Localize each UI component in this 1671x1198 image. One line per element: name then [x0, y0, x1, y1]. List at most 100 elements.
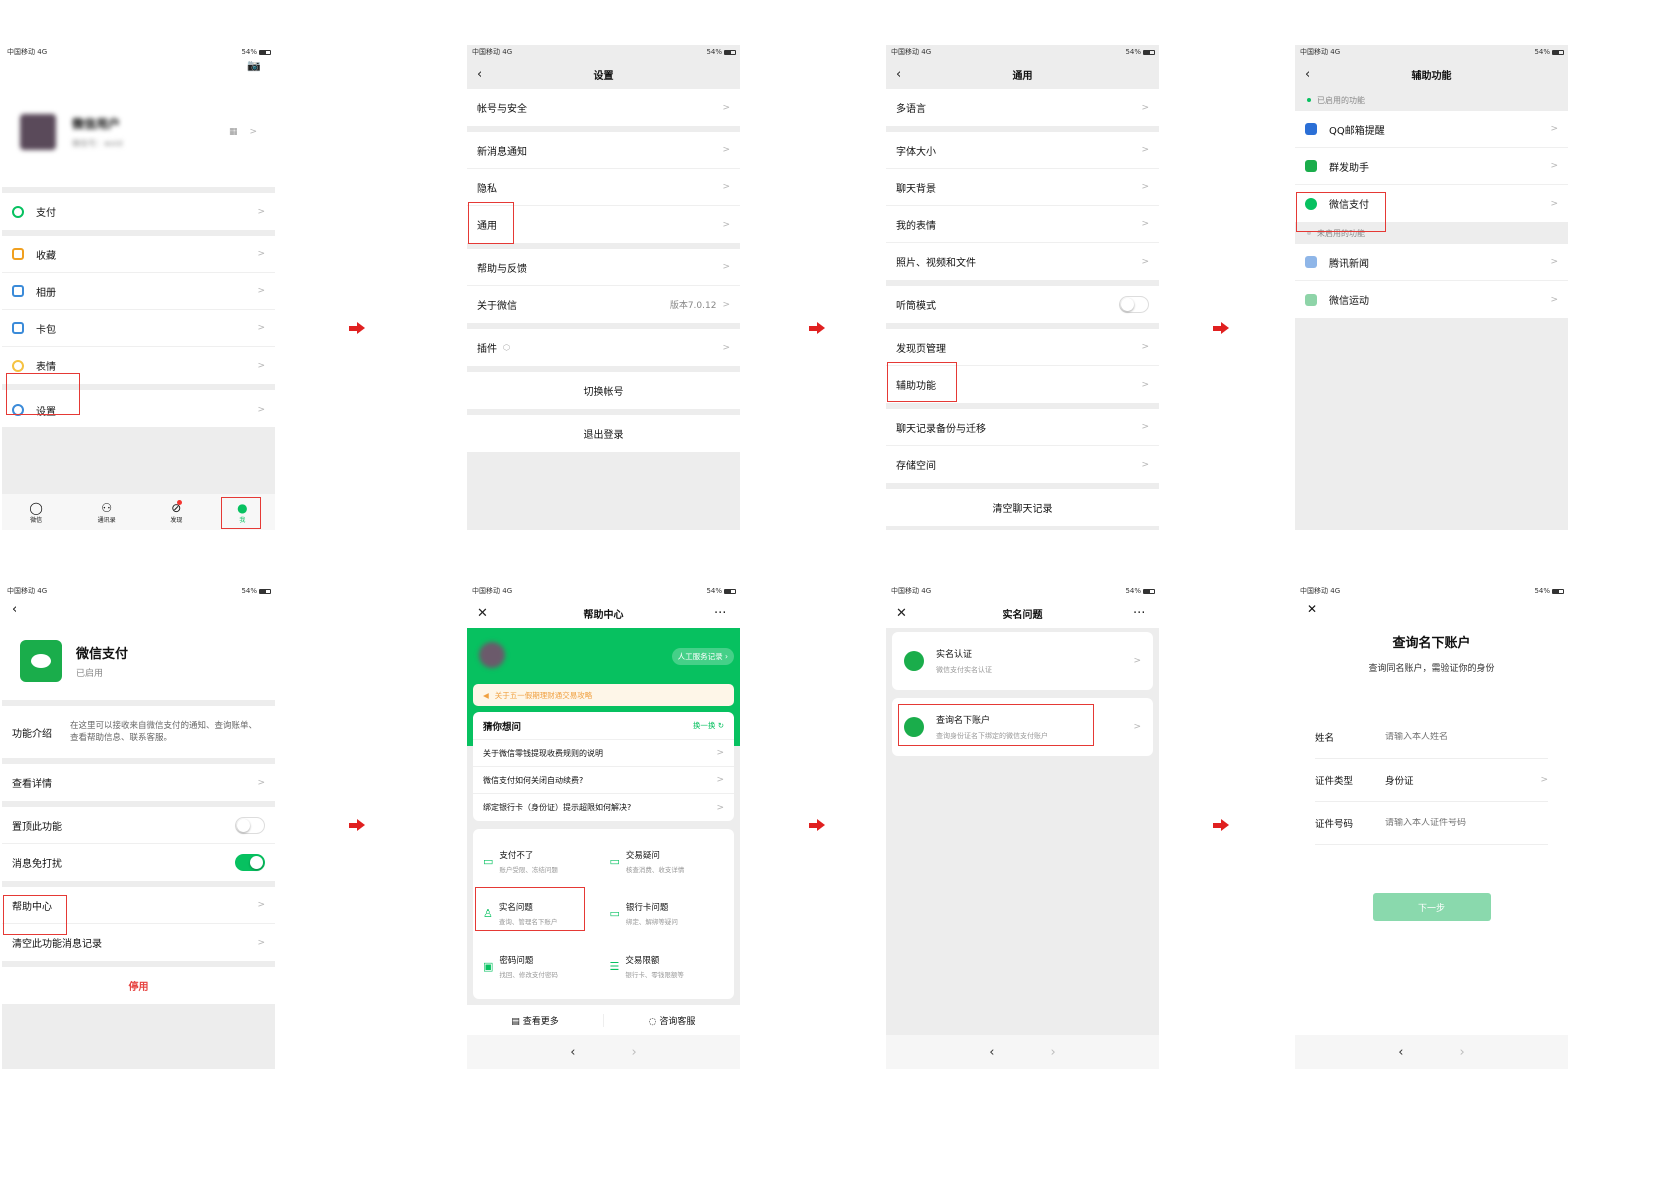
row-qq-mail[interactable]: QQ邮箱提醒 > [1295, 111, 1568, 148]
tab-chats[interactable]: ◯ 微信 [29, 501, 42, 524]
sticker-icon [12, 359, 24, 372]
category-pay-fail[interactable]: ▭ 支付不了 账户受限、冻结问题 [477, 835, 604, 888]
disable-button[interactable]: 停用 [2, 967, 275, 1004]
close-icon[interactable]: ✕ [896, 606, 912, 621]
app-header: 微信支付 已启用 [2, 622, 275, 700]
forward-icon[interactable]: › [1460, 1045, 1465, 1060]
close-icon[interactable]: ✕ [477, 606, 493, 621]
highlight-box [898, 704, 1094, 746]
menu-pay-label: 支付 [36, 208, 56, 219]
category-transaction[interactable]: ▭ 交易疑问 核查消费、收支详情 [604, 835, 731, 888]
forward-icon[interactable]: › [1051, 1045, 1056, 1060]
back-icon[interactable]: ‹ [896, 67, 912, 82]
category-password[interactable]: ▣ 密码问题 找回、修改支付密码 [477, 940, 604, 993]
notice-bar[interactable]: ◀ 关于五一假期理财通交易攻略 [473, 684, 734, 706]
chevron-right-icon: > [249, 127, 257, 137]
id-number-field: 证件号码 [1315, 802, 1548, 845]
arrow-right-icon [349, 322, 365, 335]
row-font-size[interactable]: 字体大小 > [886, 132, 1159, 169]
page-title: 实名问题 [1002, 609, 1043, 621]
battery-icon [724, 588, 736, 594]
id-number-input[interactable] [1385, 818, 1548, 828]
more-icon[interactable]: ··· [1133, 606, 1149, 621]
row-discover-manage[interactable]: 发现页管理 > [886, 329, 1159, 366]
row-chat-backup[interactable]: 聊天记录备份与迁移 > [886, 409, 1159, 446]
close-icon[interactable]: ✕ [1295, 598, 1568, 624]
menu-favorites[interactable]: 收藏 > [2, 236, 275, 273]
menu-pay[interactable]: 支付 > [2, 193, 275, 230]
status-bar: 中国移动 4G 54% [1295, 584, 1568, 598]
battery-icon [724, 49, 736, 55]
tab-discover[interactable]: ⊘ 发现 [170, 499, 183, 524]
tab-contacts[interactable]: ⚇ 通讯录 [98, 501, 116, 524]
row-storage[interactable]: 存储空间 > [886, 446, 1159, 483]
battery-icon [1552, 588, 1564, 594]
more-icon[interactable]: ··· [714, 606, 730, 621]
back-icon[interactable]: ‹ [2, 598, 275, 622]
row-about[interactable]: 关于微信 版本7.0.12 > [467, 286, 740, 323]
back-icon[interactable]: ‹ [1398, 1045, 1403, 1060]
battery-icon [259, 49, 271, 55]
screen-me: 中国移动 4G 54% 📷 微信用户 微信号：wxid ▦ > 支付 > 收藏 > … [2, 45, 275, 530]
earpiece-toggle[interactable] [1119, 296, 1149, 313]
camera-icon[interactable]: 📷 [2, 59, 275, 77]
category-bank-card[interactable]: ▭ 银行卡问题 绑定、解绑等疑问 [604, 888, 731, 941]
row-details[interactable]: 查看详情 > [2, 764, 275, 801]
browser-nav: ‹ › [467, 1035, 740, 1069]
refresh-button[interactable]: 换一换 ↻ [693, 720, 724, 731]
row-pin: 置顶此功能 [2, 807, 275, 844]
row-account-security[interactable]: 帐号与安全 > [467, 89, 740, 126]
status-bar: 中国移动 4G 54% [2, 45, 275, 59]
item-real-name-auth[interactable]: 实名认证 微信支付实名认证 > [892, 632, 1153, 690]
badge-dot [177, 499, 183, 505]
highlight-box [1296, 192, 1386, 232]
back-icon[interactable]: ‹ [570, 1045, 575, 1060]
row-media-files[interactable]: 照片、视频和文件 > [886, 243, 1159, 280]
mail-icon [1305, 123, 1317, 135]
view-more-button[interactable]: ▤ 查看更多 [467, 1013, 604, 1027]
next-button[interactable]: 下一步 [1372, 893, 1491, 921]
screen-general: 中国移动 4G 54% ‹ 通用 多语言 > 字体大小 > 聊天背景 > 我的表情 > 照… [886, 45, 1159, 530]
id-type-field[interactable]: 证件类型 身份证 > [1315, 759, 1548, 802]
pin-toggle[interactable] [235, 816, 265, 834]
sport-icon [1305, 293, 1317, 306]
back-icon[interactable]: ‹ [989, 1045, 994, 1060]
browser-nav: ‹ › [886, 1035, 1159, 1069]
back-icon[interactable]: ‹ [1305, 67, 1321, 82]
cards-icon [12, 322, 24, 334]
row-wechat-sport[interactable]: 微信运动 > [1295, 281, 1568, 318]
question-item[interactable]: 微信支付如何关闭自动续费? > [473, 767, 734, 794]
profile-name: 微信用户 [72, 117, 121, 131]
forward-icon[interactable]: › [632, 1045, 637, 1060]
question-item[interactable]: 关于微信零钱提现收费规则的说明 > [473, 740, 734, 767]
row-tencent-news[interactable]: 腾讯新闻 > [1295, 244, 1568, 281]
menu-cards[interactable]: 卡包 > [2, 310, 275, 347]
row-my-stickers[interactable]: 我的表情 > [886, 206, 1159, 243]
name-input[interactable] [1385, 732, 1548, 742]
menu-album[interactable]: 相册 > [2, 273, 275, 310]
status-bar: 中国移动 4G 54% [467, 584, 740, 598]
mute-toggle[interactable] [235, 854, 265, 871]
row-notifications[interactable]: 新消息通知 > [467, 132, 740, 169]
switch-account-button[interactable]: 切换帐号 [467, 372, 740, 409]
question-item[interactable]: 绑定银行卡（身份证）提示超限如何解决? > [473, 794, 734, 821]
row-privacy[interactable]: 隐私 > [467, 169, 740, 206]
consult-button[interactable]: ◌ 咨询客服 [604, 1014, 740, 1027]
highlight-box [887, 362, 957, 402]
carrier: 中国移动 [7, 48, 35, 56]
logout-button[interactable]: 退出登录 [467, 415, 740, 452]
row-help-feedback[interactable]: 帮助与反馈 > [467, 249, 740, 286]
back-icon[interactable]: ‹ [477, 67, 493, 82]
qrcode-icon[interactable]: ▦ [229, 127, 238, 137]
service-record-button[interactable]: 人工服务记录 › [671, 648, 734, 665]
row-plugins[interactable]: 插件 ⬡ > [467, 329, 740, 366]
name-field: 姓名 [1315, 716, 1548, 759]
profile-card[interactable]: 微信用户 微信号：wxid ▦ > [2, 77, 275, 187]
clear-chat-history-button[interactable]: 清空聊天记录 [886, 489, 1159, 526]
row-broadcast[interactable]: 群发助手 > [1295, 148, 1568, 185]
category-limit[interactable]: ☰ 交易限额 银行卡、零钱限额等 [604, 940, 731, 993]
guess-card: 猜你想问 换一换 ↻ 关于微信零钱提现收费规则的说明 > 微信支付如何关闭自动续费… [473, 712, 734, 821]
row-chat-background[interactable]: 聊天背景 > [886, 169, 1159, 206]
row-language[interactable]: 多语言 > [886, 89, 1159, 126]
highlight-box [475, 887, 585, 931]
